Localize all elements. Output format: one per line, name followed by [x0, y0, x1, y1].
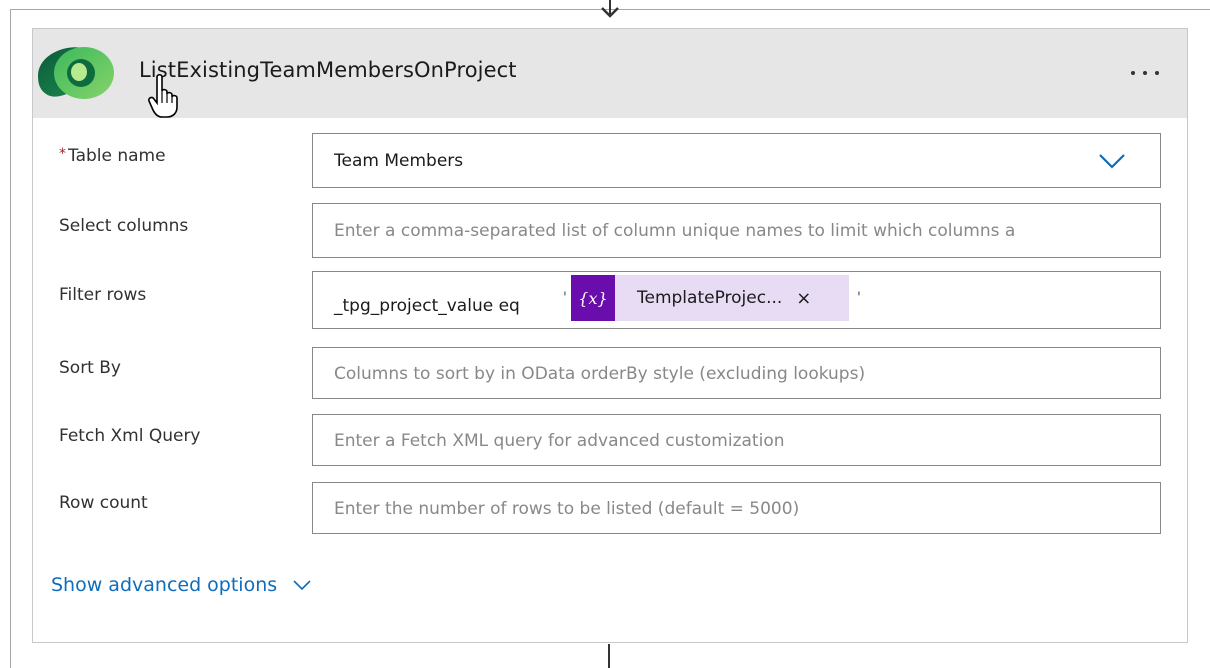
table-name-value: Team Members — [334, 151, 464, 171]
close-quote: ' — [857, 290, 861, 306]
variable-icon: {x} — [571, 275, 615, 321]
fetch-xml-label: Fetch Xml Query — [59, 426, 201, 446]
filter-rows-label: Filter rows — [59, 285, 147, 305]
chevron-down-icon — [293, 580, 311, 591]
filter-rows-text: _tpg_project_value eq — [334, 296, 520, 316]
required-marker: * — [59, 146, 66, 162]
select-columns-label: Select columns — [59, 216, 189, 236]
open-quote: ' — [563, 290, 567, 306]
fetch-xml-placeholder: Enter a Fetch XML query for advanced cus… — [334, 431, 785, 451]
token-label: TemplateProjec... — [637, 288, 783, 308]
sort-by-input[interactable]: Columns to sort by in OData orderBy styl… — [312, 347, 1161, 399]
action-card: ListExistingTeamMembersOnProject * Table … — [32, 28, 1188, 643]
dataverse-logo-icon — [38, 47, 114, 99]
show-advanced-options-label: Show advanced options — [51, 574, 278, 596]
connector-arrow-icon — [601, 0, 619, 18]
row-count-input[interactable]: Enter the number of rows to be listed (d… — [312, 482, 1161, 534]
table-name-label: * Table name — [59, 146, 166, 166]
show-advanced-options-link[interactable]: Show advanced options — [51, 574, 311, 596]
select-columns-placeholder: Enter a comma-separated list of column u… — [334, 221, 1016, 241]
filter-rows-input[interactable]: _tpg_project_value eq ' {x} TemplateProj… — [312, 271, 1161, 329]
card-header[interactable]: ListExistingTeamMembersOnProject — [33, 29, 1187, 118]
remove-token-icon[interactable]: × — [796, 288, 811, 309]
card-title[interactable]: ListExistingTeamMembersOnProject — [139, 58, 517, 82]
hand-pointer-cursor-icon — [148, 73, 178, 118]
chevron-down-icon[interactable] — [1098, 152, 1126, 170]
more-options-button[interactable] — [1123, 59, 1167, 87]
dynamic-content-token[interactable]: {x} TemplateProjec... × — [571, 275, 849, 321]
sort-by-label: Sort By — [59, 358, 121, 378]
flow-frame-left-border — [10, 9, 11, 668]
select-columns-input[interactable]: Enter a comma-separated list of column u… — [312, 203, 1161, 258]
more-horizontal-icon — [1131, 71, 1135, 75]
fetch-xml-input[interactable]: Enter a Fetch XML query for advanced cus… — [312, 414, 1161, 466]
row-count-placeholder: Enter the number of rows to be listed (d… — [334, 499, 800, 519]
connector-line — [608, 644, 610, 668]
table-name-label-text: Table name — [68, 146, 166, 166]
sort-by-placeholder: Columns to sort by in OData orderBy styl… — [334, 364, 866, 384]
more-horizontal-icon-dot — [1143, 71, 1147, 75]
more-horizontal-icon-dot — [1155, 71, 1159, 75]
row-count-label: Row count — [59, 493, 148, 513]
table-name-dropdown[interactable]: Team Members — [312, 133, 1161, 188]
